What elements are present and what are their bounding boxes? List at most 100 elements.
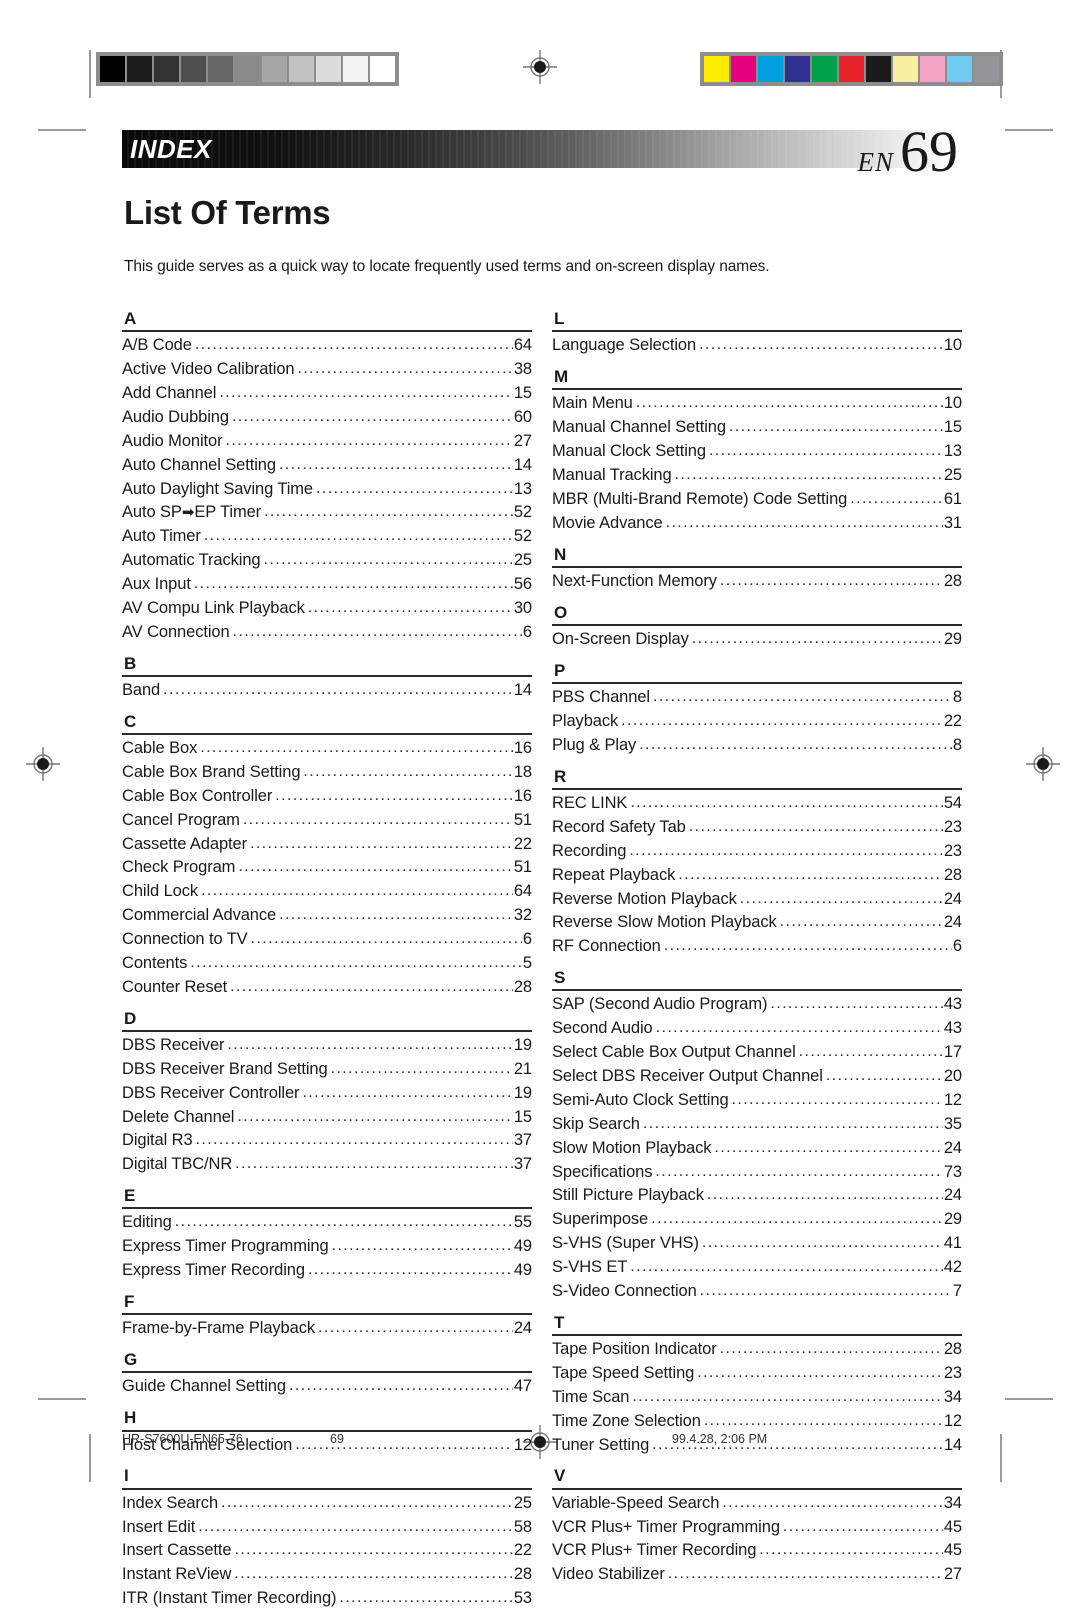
index-entry[interactable]: Auto SP➡EP Timer 52 xyxy=(122,501,532,525)
index-entry[interactable]: DBS Receiver Controller 19 xyxy=(122,1082,532,1106)
index-entry[interactable]: Cancel Program 51 xyxy=(122,809,532,833)
index-entry[interactable]: On-Screen Display 29 xyxy=(552,628,962,652)
letter-group: DDBS Receiver19DBS Receiver Brand Settin… xyxy=(122,1006,532,1178)
index-entry[interactable]: Tape Speed Setting 23 xyxy=(552,1362,962,1386)
index-entry[interactable]: AV Connection 6 xyxy=(122,621,532,645)
index-entry[interactable]: Tape Position Indicator 28 xyxy=(552,1338,962,1362)
grayscale-swatch-cell xyxy=(343,56,368,82)
index-entry[interactable]: Auto Channel Setting 14 xyxy=(122,454,532,478)
index-entry[interactable]: Digital R3 37 xyxy=(122,1129,532,1153)
index-entry[interactable]: Playback 22 xyxy=(552,710,962,734)
index-entry[interactable]: Video Stabilizer 27 xyxy=(552,1563,962,1587)
index-entry[interactable]: Instant ReView 28 xyxy=(122,1563,532,1587)
index-entry[interactable]: DBS Receiver 19 xyxy=(122,1034,532,1058)
index-entry[interactable]: Reverse Slow Motion Playback 24 xyxy=(552,911,962,935)
index-entry[interactable]: S-VHS ET 42 xyxy=(552,1256,962,1280)
color-swatch-cell xyxy=(866,56,891,82)
index-entry[interactable]: S-VHS (Super VHS) 41 xyxy=(552,1232,962,1256)
index-entry[interactable]: Cable Box 16 xyxy=(122,737,532,761)
index-entry[interactable]: ITR (Instant Timer Recording) 53 xyxy=(122,1587,532,1611)
index-entry[interactable]: Manual Clock Setting 13 xyxy=(552,440,962,464)
index-entry-page: 56 xyxy=(513,575,532,593)
index-entry[interactable]: Auto Timer 52 xyxy=(122,525,532,549)
index-entry[interactable]: Manual Channel Setting 15 xyxy=(552,416,962,440)
index-entry-page: 8 xyxy=(952,688,962,707)
index-entry[interactable]: Editing 55 xyxy=(122,1211,532,1235)
index-entry[interactable]: Check Program 51 xyxy=(122,856,532,880)
index-entry[interactable]: AV Compu Link Playback 30 xyxy=(122,597,532,621)
letter-group: V Variable-Speed Search 34 VCR Plus+ Timer … xyxy=(552,1463,962,1587)
index-entry[interactable]: Second Audio 43 xyxy=(552,1017,962,1041)
index-entry[interactable]: Delete Channel 15 xyxy=(122,1106,532,1130)
index-entry-page: 47 xyxy=(513,1377,532,1396)
index-entry[interactable]: Manual Tracking 25 xyxy=(552,464,962,488)
index-entry[interactable]: Recording 23 xyxy=(552,840,962,864)
index-entry[interactable]: Movie Advance 31 xyxy=(552,512,962,536)
index-entry[interactable]: Select DBS Receiver Output Channel 20 xyxy=(552,1065,962,1089)
index-entry[interactable]: Select Cable Box Output Channel 17 xyxy=(552,1041,962,1065)
index-entry-term: Band xyxy=(122,680,161,699)
index-entry[interactable]: Commercial Advance 32 xyxy=(122,904,532,928)
index-entry-leader-dots xyxy=(759,1538,943,1562)
index-entry[interactable]: S-Video Connection 7 xyxy=(552,1280,962,1304)
index-entry[interactable]: SAP (Second Audio Program) 43 xyxy=(552,993,962,1017)
index-entry[interactable]: Digital TBC/NR 37 xyxy=(122,1153,532,1177)
index-entry[interactable]: Guide Channel Setting 47 xyxy=(122,1375,532,1399)
index-entry[interactable]: REC LINK 54 xyxy=(552,792,962,816)
index-entry[interactable]: Still Picture Playback 24 xyxy=(552,1184,962,1208)
index-entry[interactable]: Time Zone Selection 12 xyxy=(552,1410,962,1434)
index-entry[interactable]: Add Channel 15 xyxy=(122,382,532,406)
index-entry[interactable]: Auto Daylight Saving Time 13 xyxy=(122,478,532,502)
index-entry[interactable]: Superimpose 29 xyxy=(552,1208,962,1232)
index-entry[interactable]: Express Timer Programming 49 xyxy=(122,1235,532,1259)
index-entry[interactable]: Index Search 25 xyxy=(122,1492,532,1516)
index-entry[interactable]: Slow Motion Playback 24 xyxy=(552,1137,962,1161)
index-entry[interactable]: RF Connection 6 xyxy=(552,935,962,959)
index-entry[interactable]: Plug & Play 8 xyxy=(552,734,962,758)
index-entry[interactable]: Variable-Speed Search 34 xyxy=(552,1492,962,1516)
index-entry-leader-dots xyxy=(826,1064,943,1088)
index-entry[interactable]: Repeat Playback 28 xyxy=(552,864,962,888)
index-entry[interactable]: Insert Edit 58 xyxy=(122,1516,532,1540)
letter-group: CCable Box16Cable Box Brand Setting18Cab… xyxy=(122,709,532,1000)
index-entry[interactable]: DBS Receiver Brand Setting 21 xyxy=(122,1058,532,1082)
footer-page-number: 69 xyxy=(330,1432,344,1446)
index-entry[interactable]: Audio Monitor 27 xyxy=(122,430,532,454)
index-entry[interactable]: Semi-Auto Clock Setting 12 xyxy=(552,1089,962,1113)
index-entry-term: Cable Box xyxy=(122,739,198,757)
index-entry[interactable]: MBR (Multi-Brand Remote) Code Setting 61 xyxy=(552,488,962,512)
index-entry[interactable]: Insert Cassette 22 xyxy=(122,1539,532,1563)
index-entry[interactable]: Cable Box Brand Setting 18 xyxy=(122,761,532,785)
index-entry[interactable]: Audio Dubbing 60 xyxy=(122,406,532,430)
index-entry[interactable]: Counter Reset 28 xyxy=(122,976,532,1000)
index-entry[interactable]: Contents 5 xyxy=(122,952,532,976)
index-entry[interactable]: Main Menu 10 xyxy=(552,392,962,416)
index-entry[interactable]: Record Safety Tab 23 xyxy=(552,816,962,840)
index-entry-term: Index Search xyxy=(122,1493,219,1512)
index-entry[interactable]: VCR Plus+ Timer Programming 45 xyxy=(552,1516,962,1540)
index-entry[interactable]: Next-Function Memory 28 xyxy=(552,570,962,594)
index-entry[interactable]: Band 14 xyxy=(122,679,532,703)
index-entry[interactable]: Express Timer Recording 49 xyxy=(122,1259,532,1283)
index-entry[interactable]: Language Selection 10 xyxy=(552,334,962,358)
grayscale-swatch-cell xyxy=(370,56,395,82)
index-entry-term: Digital R3 xyxy=(122,1131,193,1150)
index-entry[interactable]: Skip Search 35 xyxy=(552,1113,962,1137)
index-entry-page: 12 xyxy=(943,1090,962,1109)
index-entry-page: 27 xyxy=(513,431,532,450)
index-entry[interactable]: Reverse Motion Playback 24 xyxy=(552,888,962,912)
index-entry[interactable]: VCR Plus+ Timer Recording 45 xyxy=(552,1539,962,1563)
index-entry[interactable]: PBS Channel 8 xyxy=(552,686,962,710)
index-entry[interactable]: Child Lock 64 xyxy=(122,880,532,904)
index-entry[interactable]: Aux Input 56 xyxy=(122,573,532,597)
index-entry[interactable]: Cassette Adapter 22 xyxy=(122,833,532,857)
index-entry[interactable]: Frame-by-Frame Playback 24 xyxy=(122,1317,532,1341)
index-entry[interactable]: Cable Box Controller 16 xyxy=(122,785,532,809)
index-entry[interactable]: Time Scan 34 xyxy=(552,1386,962,1410)
index-entry[interactable]: Connection to TV 6 xyxy=(122,928,532,952)
index-entry[interactable]: Automatic Tracking 25 xyxy=(122,549,532,573)
letter-group: SSAP (Second Audio Program)43Second Audi… xyxy=(552,965,962,1304)
index-entry[interactable]: Active Video Calibration 38 xyxy=(122,358,532,382)
index-entry[interactable]: Specifications 73 xyxy=(552,1161,962,1185)
index-entry[interactable]: A/B Code 64 xyxy=(122,334,532,358)
